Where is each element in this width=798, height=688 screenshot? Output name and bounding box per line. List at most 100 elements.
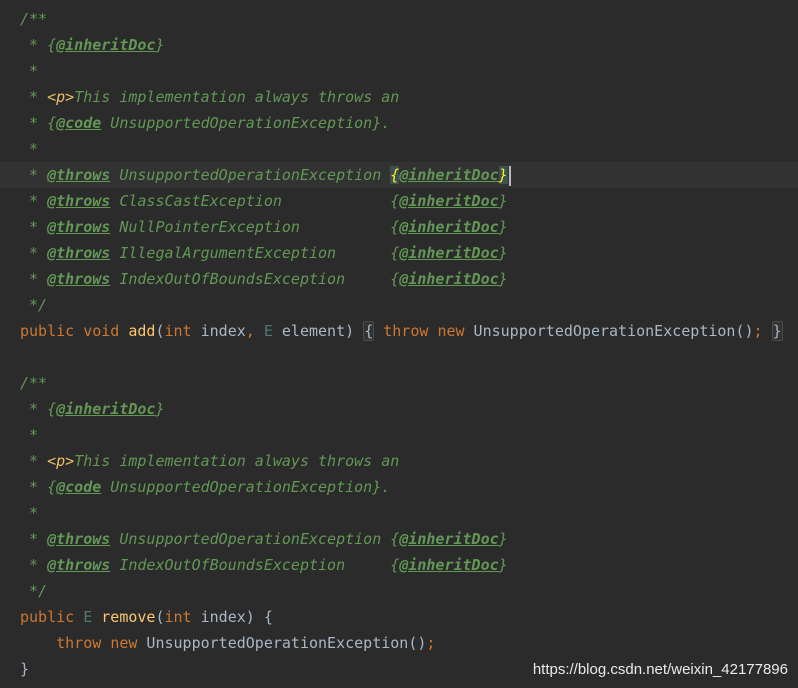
keyword: new [437,322,465,340]
type-parameter: E [83,608,93,626]
javadoc-tag[interactable]: @throws [47,192,110,210]
comment-text: This implementation always throws an [74,88,400,106]
javadoc-tag[interactable]: @code [56,114,101,132]
code-line[interactable]: public void add(int index, E element) { … [0,318,798,344]
comment-text: IndexOutOfBoundsException { [110,270,400,288]
comment-text: /** [20,374,48,392]
code-line[interactable]: * <p>This implementation always throws a… [0,84,798,110]
folded-region-start[interactable]: { [363,321,375,341]
comment-text: This implementation always throws an [74,452,400,470]
code-line[interactable]: * {@code UnsupportedOperationException}. [0,474,798,500]
comment-text: * [20,140,39,158]
comment-text: * { [20,478,57,496]
code-line[interactable]: /** [0,370,798,396]
javadoc-tag[interactable]: @throws [47,530,110,548]
watermark: https://blog.csdn.net/weixin_42177896 [532,661,788,678]
code-line[interactable]: * @throws IndexOutOfBoundsException {@in… [0,266,798,292]
code-line-current[interactable]: * @throws UnsupportedOperationException … [0,162,798,188]
javadoc-tag[interactable]: @inheritDoc [399,270,498,288]
comment-text: /** [20,10,48,28]
code-line[interactable]: * {@inheritDoc} [0,32,798,58]
code-line[interactable]: * [0,422,798,448]
javadoc-tag[interactable]: @inheritDoc [399,192,498,210]
comment-text: */ [20,582,48,600]
code-line[interactable]: * [0,500,798,526]
comment-text: * { [20,36,57,54]
comment-text: } [498,192,508,210]
text-caret [508,165,511,186]
comment-text: * [20,556,48,574]
code-line-empty[interactable] [0,344,798,370]
closing-brace: } [20,660,30,678]
comment-text: * [20,452,48,470]
comment-text: } [498,556,508,574]
javadoc-tag[interactable]: @inheritDoc [399,530,498,548]
comment-text: * [20,244,48,262]
comment-text: } [498,270,508,288]
comment-text: UnsupportedOperationException}. [101,478,391,496]
folded-region-end[interactable]: } [771,321,783,341]
code-line[interactable]: * <p>This implementation always throws a… [0,448,798,474]
code-line[interactable]: * [0,58,798,84]
comment-text: UnsupportedOperationException}. [101,114,391,132]
keyword: public [20,608,75,626]
javadoc-tag[interactable]: @inheritDoc [399,556,498,574]
javadoc-tag[interactable]: @inheritDoc [56,400,155,418]
comment-text: } [498,244,508,262]
keyword: int [164,322,192,340]
javadoc-tag[interactable]: @inheritDoc [399,218,498,236]
keyword: new [110,634,138,652]
comment-text: } [155,400,165,418]
code-line[interactable]: * {@code UnsupportedOperationException}. [0,110,798,136]
comment-text: * [20,270,48,288]
keyword: public [20,322,75,340]
code-line[interactable]: public E remove(int index) { [0,604,798,630]
comment-text: */ [20,296,48,314]
javadoc-tag[interactable]: @throws [47,218,110,236]
code-line[interactable]: */ [0,292,798,318]
javadoc-tag[interactable]: @inheritDoc [56,36,155,54]
javadoc-tag[interactable]: @throws [47,270,110,288]
comment-text: * [20,192,48,210]
code-line[interactable]: /** [0,6,798,32]
comment-text: * [20,426,39,444]
comment-text: * [20,88,48,106]
keyword: throw [56,634,102,652]
method-name[interactable]: remove [101,608,155,626]
comment-text: NullPointerException { [110,218,400,236]
code-line[interactable]: */ [0,578,798,604]
code-line[interactable]: * @throws NullPointerException {@inherit… [0,214,798,240]
comment-text: * [20,218,48,236]
method-name[interactable]: add [128,322,155,340]
html-tag: <p> [47,88,75,106]
javadoc-tag[interactable]: @throws [47,166,110,184]
code-line[interactable]: * @throws IllegalArgumentException {@inh… [0,240,798,266]
html-tag: <p> [47,452,75,470]
javadoc-tag[interactable]: @throws [47,244,110,262]
code-line[interactable]: * @throws ClassCastException {@inheritDo… [0,188,798,214]
keyword: throw [383,322,429,340]
code-editor[interactable]: /** * {@inheritDoc} * * <p>This implemen… [0,6,798,682]
comment-text: * [20,530,48,548]
comment-text: UnsupportedOperationException [110,166,391,184]
comment-text: * { [20,114,57,132]
comment-text: * [20,62,39,80]
comment-text: * [20,504,39,522]
comment-text: } [498,218,508,236]
code-line[interactable]: * {@inheritDoc} [0,396,798,422]
javadoc-tag[interactable]: @code [56,478,101,496]
javadoc-tag[interactable]: @throws [47,556,110,574]
code-line[interactable]: * @throws UnsupportedOperationException … [0,526,798,552]
javadoc-tag[interactable]: @inheritDoc [399,166,498,184]
code-line[interactable]: * @throws IndexOutOfBoundsException {@in… [0,552,798,578]
comment-text: IllegalArgumentException { [110,244,400,262]
comment-text: ClassCastException { [110,192,400,210]
comment-text: IndexOutOfBoundsException { [110,556,400,574]
code-line[interactable]: throw new UnsupportedOperationException(… [0,630,798,656]
type-parameter: E [263,322,273,340]
javadoc-tag[interactable]: @inheritDoc [399,244,498,262]
code-line[interactable]: * [0,136,798,162]
comment-text: } [155,36,165,54]
matched-brace: { [390,166,400,184]
comment-text: * [20,166,48,184]
